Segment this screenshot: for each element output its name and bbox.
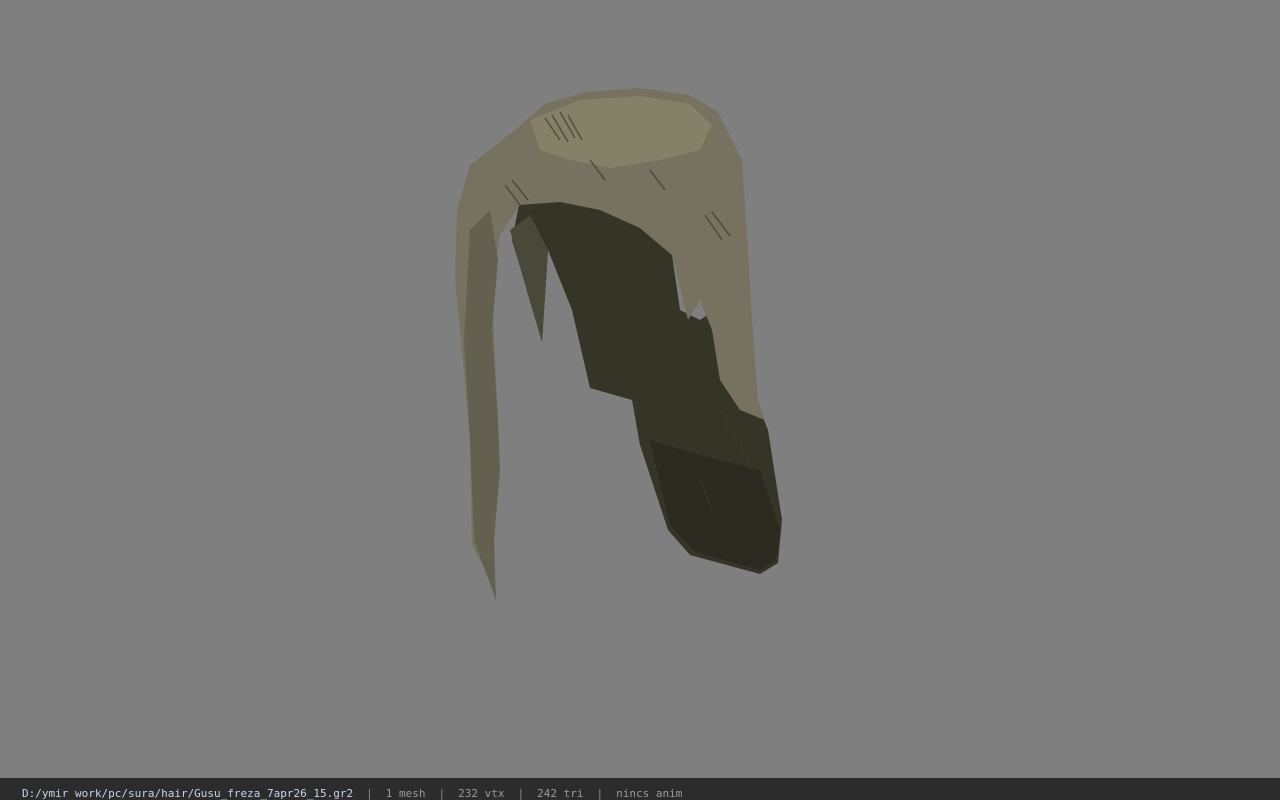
status-bar: D:/ymir work/pc/sura/hair/Gusu_freza_7ap… (0, 778, 1280, 800)
mesh-count-label: 1 mesh (385, 787, 426, 800)
triangle-count-label: 242 tri (537, 787, 584, 800)
3d-viewport[interactable] (0, 0, 1280, 778)
separator: | (366, 787, 373, 800)
separator: | (596, 787, 604, 800)
hair-model (455, 88, 782, 600)
file-path-label: D:/ymir work/pc/sura/hair/Gusu_freza_7ap… (22, 787, 354, 800)
separator: | (517, 787, 525, 800)
separator: | (438, 787, 446, 800)
vertex-count-label: 232 vtx (458, 787, 505, 800)
animation-status-label: nincs anim (616, 787, 683, 800)
hair-left-strand-shade (464, 210, 500, 600)
